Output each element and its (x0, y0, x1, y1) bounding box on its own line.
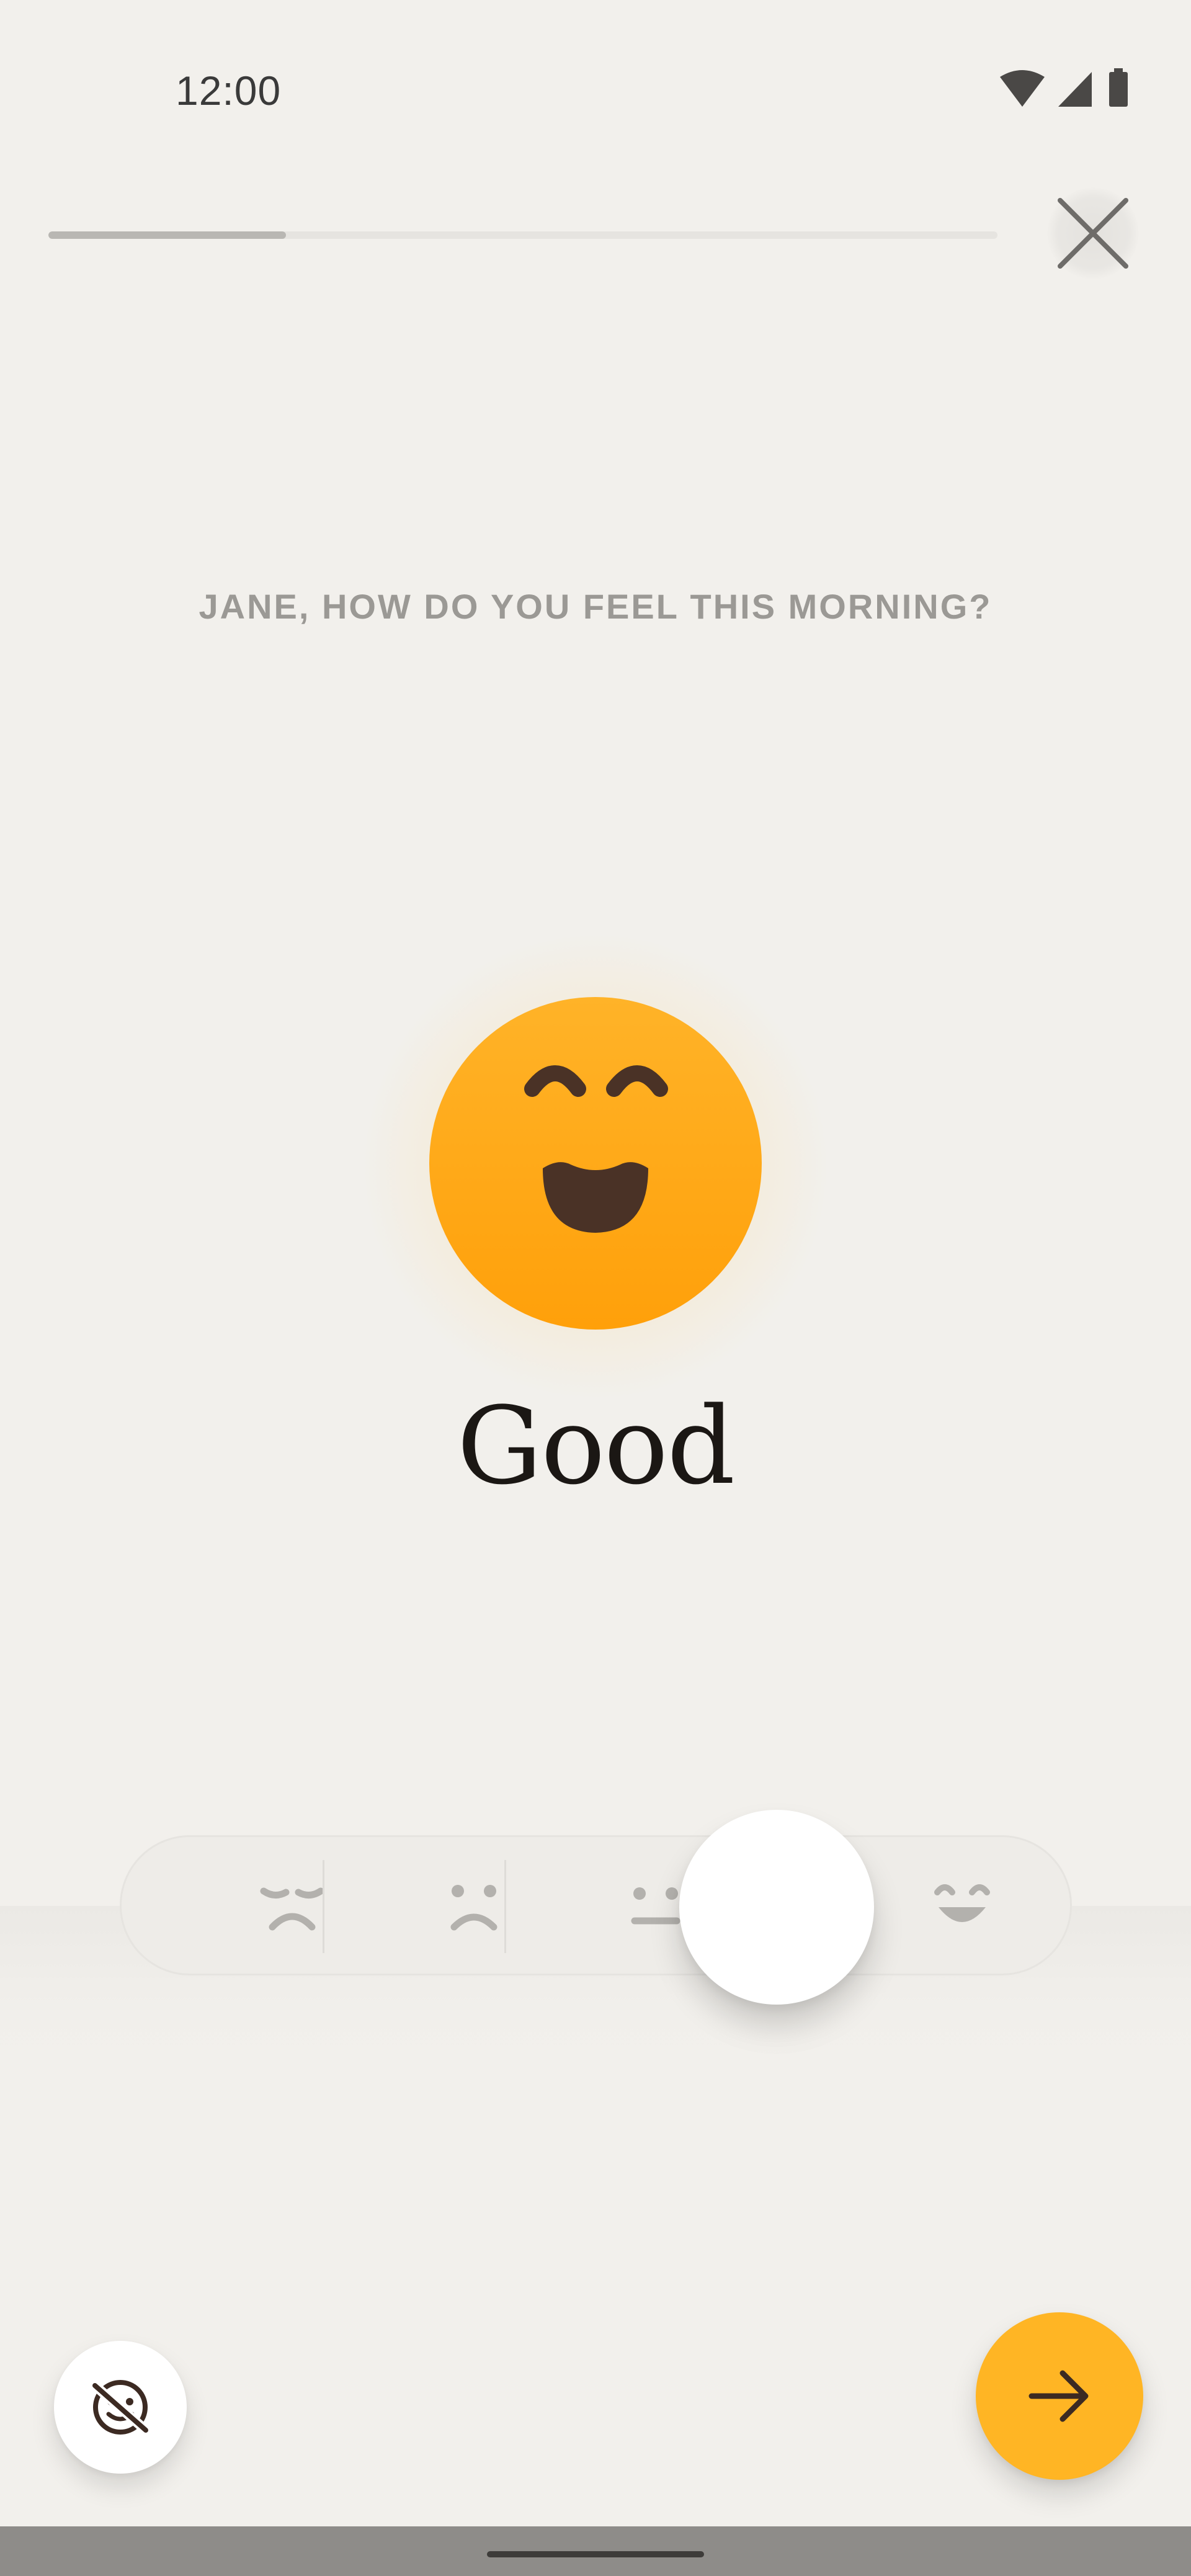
cellular-signal-icon (1058, 72, 1092, 107)
scale-divider (323, 1860, 324, 1953)
scale-divider (504, 1860, 506, 1953)
hide-icon (90, 2380, 151, 2435)
happy-face-icon (429, 997, 762, 1330)
status-bar: 12:00 (0, 0, 1191, 186)
scale-option-happy[interactable] (900, 1837, 1024, 1974)
next-button[interactable] (976, 2312, 1143, 2480)
close-icon (1058, 198, 1128, 269)
sad-face-icon (450, 1885, 497, 1931)
home-indicator[interactable] (487, 2551, 704, 2557)
close-button[interactable] (1047, 187, 1139, 279)
mood-scale[interactable] (120, 1835, 1072, 1975)
status-time: 12:00 (176, 68, 282, 114)
hide-button[interactable] (54, 2341, 187, 2474)
progress-fill (48, 231, 286, 239)
scale-option-sad[interactable] (412, 1837, 536, 1974)
scale-option-very-sad[interactable] (230, 1837, 354, 1974)
question-text: JANE, HOW DO YOU FEEL THIS MORNING? (198, 587, 993, 626)
wifi-icon (1000, 70, 1045, 107)
battery-icon (1109, 68, 1128, 107)
mood-label: Good (457, 1384, 736, 1508)
very-sad-face-icon (260, 1887, 324, 1931)
progress-bar (48, 231, 997, 239)
arrow-right-icon (1028, 2370, 1089, 2422)
status-icons (1000, 68, 1128, 107)
mood-slider-thumb[interactable] (679, 1810, 874, 2005)
neutral-face-icon (631, 1887, 680, 1925)
happy-face-icon (934, 1884, 990, 1922)
